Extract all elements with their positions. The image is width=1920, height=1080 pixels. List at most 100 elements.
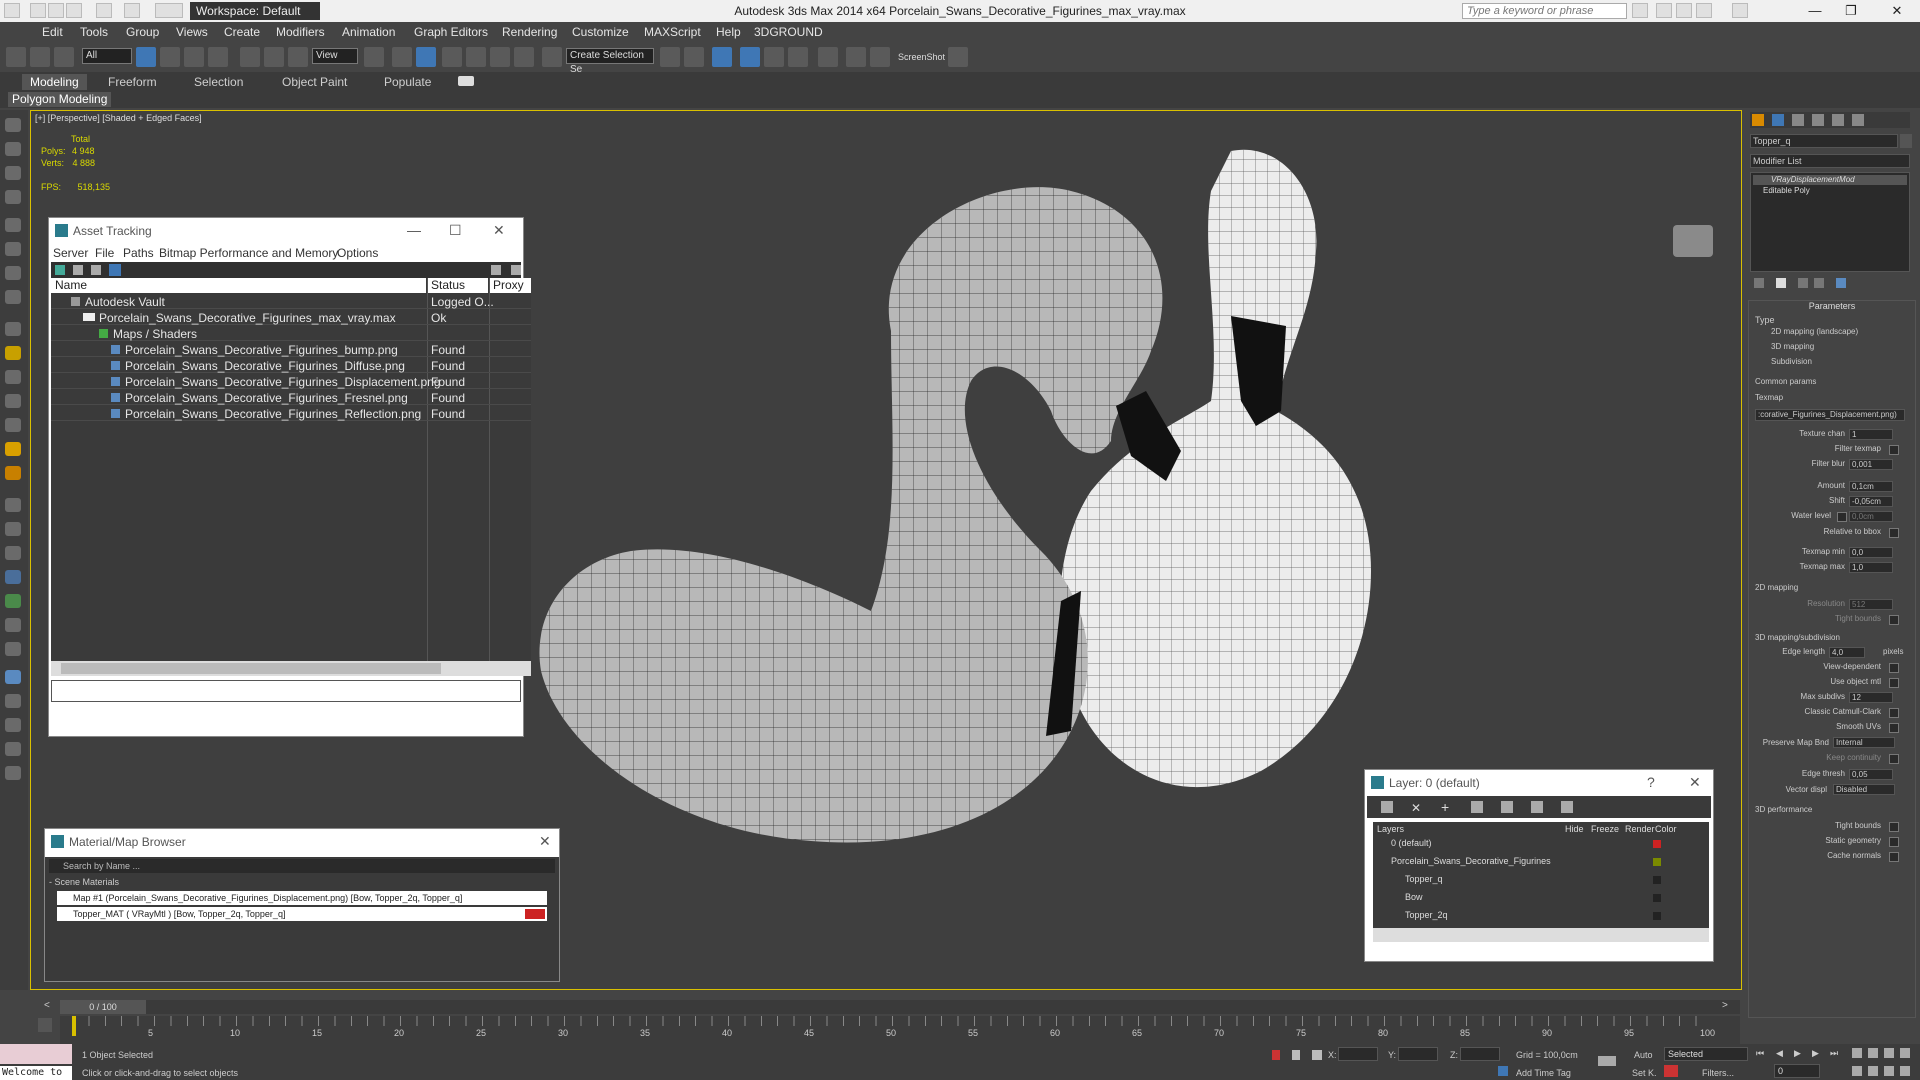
table-row[interactable]: Porcelain_Swans_Decorative_Figurines_Ref…: [51, 406, 531, 421]
layer-col-freeze[interactable]: Freeze: [1591, 824, 1619, 834]
time-slider-thumb[interactable]: 0 / 100: [60, 1000, 146, 1014]
col-status[interactable]: Status: [428, 278, 488, 293]
tab-selection[interactable]: Selection: [186, 74, 251, 90]
material-search-input[interactable]: Search by Name ...: [49, 859, 555, 873]
refresh-icon[interactable]: [55, 265, 65, 275]
use-object-mtl-checkbox[interactable]: [1889, 678, 1899, 688]
motion-icon[interactable]: [5, 742, 21, 756]
add-to-layer-icon[interactable]: +: [1441, 799, 1449, 815]
path-field[interactable]: [51, 680, 521, 702]
box-icon[interactable]: [5, 322, 21, 336]
curve-editor-icon[interactable]: [764, 47, 784, 67]
texmap-button[interactable]: :corative_Figurines_Displacement.png): [1755, 409, 1905, 421]
screenshot-icon[interactable]: [948, 47, 968, 67]
leaf-icon[interactable]: [5, 594, 21, 608]
remove-modifier-icon[interactable]: [1814, 278, 1824, 288]
modify-icon[interactable]: [5, 190, 21, 204]
menu-3dground[interactable]: 3DGROUND: [754, 25, 823, 39]
hair-icon[interactable]: [5, 618, 21, 632]
goto-start-icon[interactable]: ⏮: [1756, 1048, 1764, 1059]
amount-spinner[interactable]: 0,1cm: [1849, 481, 1893, 492]
maxscript-listener-mini[interactable]: [0, 1044, 72, 1064]
layer-help-icon[interactable]: ?: [1647, 774, 1655, 790]
mini-curve-editor-icon[interactable]: [38, 1018, 52, 1032]
sun-icon[interactable]: [5, 442, 21, 456]
layer-color-swatch[interactable]: [1653, 912, 1661, 920]
time-slider[interactable]: < 0 / 100 >: [44, 1000, 1740, 1014]
perf-tight-bounds-checkbox[interactable]: [1889, 822, 1899, 832]
time-cursor[interactable]: [72, 1016, 76, 1036]
restore-icon[interactable]: ❐: [1836, 2, 1866, 20]
asset-minimize-icon[interactable]: —: [407, 222, 421, 238]
table-row[interactable]: Autodesk Vault Logged O...: [51, 294, 531, 309]
figure-icon[interactable]: [5, 642, 21, 656]
create-tab-icon[interactable]: [1752, 114, 1764, 126]
subscription-icon[interactable]: [1656, 3, 1672, 18]
shift-spinner[interactable]: -0,05cm: [1849, 496, 1893, 507]
table-row[interactable]: Maps / Shaders: [51, 326, 531, 341]
preserve-map-dropdown[interactable]: Internal: [1833, 737, 1895, 748]
asset-menu-server[interactable]: Server: [53, 246, 88, 260]
menu-modifiers[interactable]: Modifiers: [276, 25, 325, 39]
modifier-list-dropdown[interactable]: Modifier List: [1750, 154, 1910, 168]
angle-snap-icon[interactable]: [466, 47, 486, 67]
menu-graph-editors[interactable]: Graph Editors: [414, 25, 488, 39]
menu-edit[interactable]: Edit: [42, 25, 63, 39]
bone-icon[interactable]: [5, 522, 21, 536]
scrollbar-thumb[interactable]: [61, 663, 441, 674]
smooth-uvs-checkbox[interactable]: [1889, 723, 1899, 733]
layer-scrollbar[interactable]: [1373, 928, 1709, 942]
z-coordinate-field[interactable]: [1460, 1047, 1500, 1061]
table-row[interactable]: Porcelain_Swans_Decorative_Figurines_Fre…: [51, 390, 531, 405]
tree-icon[interactable]: [91, 265, 101, 275]
screenshot-label[interactable]: ScreenShot: [898, 52, 945, 62]
target-icon[interactable]: [5, 466, 21, 480]
viewcube-icon[interactable]: [1673, 225, 1713, 257]
asset-maximize-icon[interactable]: ☐: [449, 222, 462, 239]
freeze-all-icon[interactable]: [1561, 801, 1573, 813]
layer-explorer-icon[interactable]: [740, 47, 760, 67]
tab-object-paint[interactable]: Object Paint: [274, 74, 355, 90]
utilities-tab-icon[interactable]: [1852, 114, 1864, 126]
selection-lock-icon[interactable]: [1292, 1050, 1300, 1060]
layer-row[interactable]: Porcelain_Swans_Decorative_Figurines: [1373, 854, 1683, 870]
tight-bounds-2d-checkbox[interactable]: [1889, 615, 1899, 625]
move-icon[interactable]: [240, 47, 260, 67]
orbit-icon[interactable]: [1884, 1066, 1894, 1076]
layer-row[interactable]: Topper_q: [1373, 872, 1683, 888]
tab-modeling[interactable]: Modeling: [22, 74, 87, 90]
torus-icon[interactable]: [5, 394, 21, 408]
prev-frame-icon[interactable]: ◀: [1776, 1048, 1783, 1059]
table-row[interactable]: Porcelain_Swans_Decorative_Figurines_bum…: [51, 342, 531, 357]
menu-create[interactable]: Create: [224, 25, 260, 39]
max-subdivs-spinner[interactable]: 12: [1849, 692, 1893, 703]
radio-3d-mapping[interactable]: 3D mapping: [1771, 342, 1814, 351]
radio-subdivision[interactable]: Subdivision: [1771, 357, 1812, 366]
configure-sets-icon[interactable]: [1836, 278, 1846, 288]
asset-help-icon[interactable]: [491, 265, 501, 275]
cylinder-icon[interactable]: [5, 370, 21, 384]
key-filter-dropdown[interactable]: Selected: [1664, 1047, 1748, 1061]
asset-close-icon[interactable]: ✕: [493, 222, 505, 239]
y-coordinate-field[interactable]: [1398, 1047, 1438, 1061]
modifier-editable-poly[interactable]: Editable Poly: [1753, 186, 1907, 196]
timeline-track[interactable]: 5 10 15 20 25 30 35 40 45 50 55 60 65 70…: [60, 1016, 1740, 1044]
set-key-icon[interactable]: [1664, 1065, 1678, 1077]
scale-icon[interactable]: [288, 47, 308, 67]
parameters-title[interactable]: Parameters: [1749, 301, 1915, 313]
tab-freeform[interactable]: Freeform: [100, 74, 165, 90]
window-crossing-icon[interactable]: [208, 47, 228, 67]
material-editor-icon[interactable]: [818, 47, 838, 67]
render-setup-icon[interactable]: [846, 47, 866, 67]
col-name[interactable]: Name: [51, 278, 426, 293]
edit-named-selection-icon[interactable]: [542, 47, 562, 67]
named-selection-set-dropdown[interactable]: Create Selection Se: [566, 48, 654, 75]
object-name-field[interactable]: Topper_q: [1750, 134, 1898, 148]
biped-icon[interactable]: [5, 546, 21, 560]
close-icon[interactable]: ✕: [1882, 2, 1912, 20]
asset-settings-icon[interactable]: [511, 265, 521, 275]
sphere-icon[interactable]: [5, 218, 21, 232]
current-frame-field[interactable]: 0: [1774, 1064, 1820, 1078]
rotate-icon[interactable]: [264, 47, 284, 67]
rectangular-selection-icon[interactable]: [184, 47, 204, 67]
